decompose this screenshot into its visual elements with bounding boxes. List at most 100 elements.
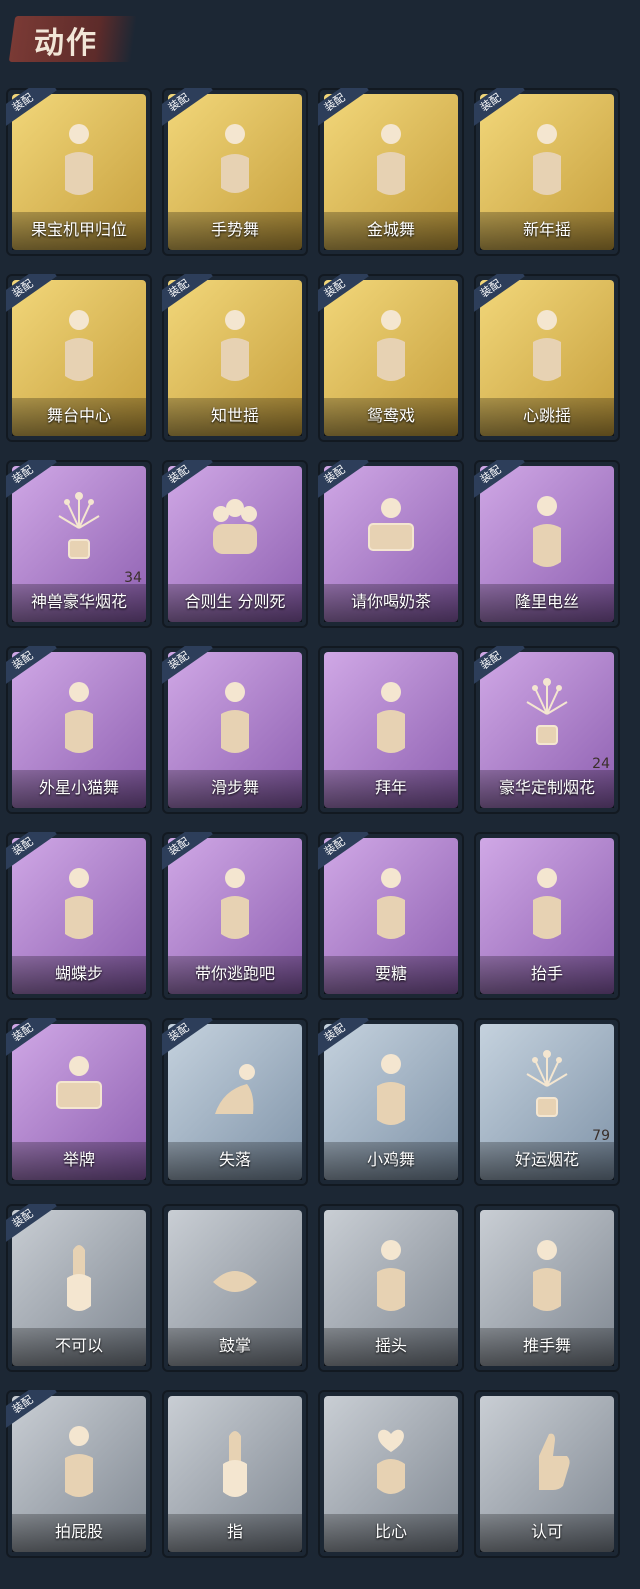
emote-card[interactable]: 金城舞 装配 [318, 88, 464, 256]
emote-label: 金城舞 [366, 220, 415, 239]
emote-label: 蝴蝶步 [54, 964, 103, 983]
emote-label: 请你喝奶茶 [350, 592, 431, 611]
emote-card[interactable]: 好运烟花 79 [474, 1018, 620, 1186]
dance-pose-icon [359, 1044, 423, 1136]
emote-card-background: 果宝机甲归位 [12, 94, 146, 250]
heart-hand-icon [359, 1416, 423, 1508]
emote-card[interactable]: 要糖 装配 [318, 832, 464, 1000]
emote-card[interactable]: 合则生 分则死 装配 [162, 460, 308, 628]
dance-pose-icon [203, 672, 267, 764]
dance-pose-icon [359, 1230, 423, 1322]
hand-dance-icon [203, 114, 267, 206]
emote-label: 隆里电丝 [514, 592, 579, 611]
emote-label: 带你逃跑吧 [194, 964, 275, 983]
emote-label: 要糖 [374, 964, 407, 983]
emote-card-background: 拍屁股 [12, 1396, 146, 1552]
emote-card[interactable]: 举牌 装配 [6, 1018, 152, 1186]
emote-card-background: 心跳摇 [480, 280, 614, 436]
emote-card[interactable]: 鼓掌 [162, 1204, 308, 1372]
emote-card-background: 抬手 [480, 838, 614, 994]
thumbs-up-icon [515, 1416, 579, 1508]
emote-card-background: 鸳鸯戏 [324, 280, 458, 436]
emote-label: 拜年 [374, 778, 407, 797]
emote-card[interactable]: 外星小猫舞 装配 [6, 646, 152, 814]
emote-card[interactable]: 不可以 装配 [6, 1204, 152, 1372]
emote-card-background: 好运烟花 [480, 1024, 614, 1180]
dance-pose-icon [203, 858, 267, 950]
emote-card[interactable]: 滑步舞 装配 [162, 646, 308, 814]
dance-pose-icon [47, 300, 111, 392]
emote-label: 鸳鸯戏 [366, 406, 415, 425]
dance-pose-icon [515, 300, 579, 392]
emote-label: 舞台中心 [46, 406, 111, 425]
emote-card[interactable]: 手势舞 装配 [162, 88, 308, 256]
emote-card-background: 不可以 [12, 1210, 146, 1366]
emote-card-background: 要糖 [324, 838, 458, 994]
emote-card[interactable]: 小鸡舞 装配 [318, 1018, 464, 1186]
emote-card-background: 滑步舞 [168, 652, 302, 808]
emote-card-background: 失落 [168, 1024, 302, 1180]
item-count: 34 [124, 570, 142, 586]
dance-pose-icon [359, 858, 423, 950]
emote-label: 抬手 [530, 964, 563, 983]
emote-card-background: 认可 [480, 1396, 614, 1552]
hands-icon [203, 1230, 267, 1322]
emote-card-background: 豪华定制烟花 [480, 652, 614, 808]
emote-card[interactable]: 失落 装配 [162, 1018, 308, 1186]
emote-label: 滑步舞 [210, 778, 259, 797]
emote-card-background: 合则生 分则死 [168, 466, 302, 622]
dance-pose-icon [515, 486, 579, 578]
dance-pose-icon [515, 114, 579, 206]
emote-card-background: 外星小猫舞 [12, 652, 146, 808]
emote-label: 好运烟花 [514, 1150, 579, 1169]
emote-label: 指 [226, 1522, 243, 1541]
point-icon [203, 1416, 267, 1508]
emote-card[interactable]: 请你喝奶茶 装配 [318, 460, 464, 628]
dance-pose-icon [47, 1416, 111, 1508]
emote-card-background: 蝴蝶步 [12, 838, 146, 994]
firework-icon [515, 1044, 579, 1136]
dance-pose-icon [515, 858, 579, 950]
emote-label: 推手舞 [522, 1336, 571, 1355]
emote-card[interactable]: 拍屁股 装配 [6, 1390, 152, 1558]
emote-card-background: 拜年 [324, 652, 458, 808]
emote-card-background: 带你逃跑吧 [168, 838, 302, 994]
emote-card[interactable]: 鸳鸯戏 装配 [318, 274, 464, 442]
emote-label: 知世摇 [210, 406, 259, 425]
emote-card[interactable]: 隆里电丝 装配 [474, 460, 620, 628]
emote-card[interactable]: 推手舞 [474, 1204, 620, 1372]
crawl-icon [203, 1044, 267, 1136]
emote-card[interactable]: 指 [162, 1390, 308, 1558]
emote-card[interactable]: 心跳摇 装配 [474, 274, 620, 442]
emote-card-background: 鼓掌 [168, 1210, 302, 1366]
emote-card[interactable]: 摇头 [318, 1204, 464, 1372]
emote-label: 鼓掌 [218, 1336, 251, 1355]
header: 动作 [0, 0, 640, 76]
item-count: 79 [592, 1128, 610, 1144]
sign-icon [359, 486, 423, 578]
emote-label: 拍屁股 [54, 1522, 103, 1541]
emote-label: 豪华定制烟花 [498, 778, 595, 797]
emote-card[interactable]: 蝴蝶步 装配 [6, 832, 152, 1000]
emote-card[interactable]: 豪华定制烟花 装配 24 [474, 646, 620, 814]
emote-label: 摇头 [374, 1336, 407, 1355]
emote-card-background: 比心 [324, 1396, 458, 1552]
finger-icon [47, 1230, 111, 1322]
emote-card[interactable]: 拜年 [318, 646, 464, 814]
emote-card[interactable]: 新年摇 装配 [474, 88, 620, 256]
emote-card[interactable]: 带你逃跑吧 装配 [162, 832, 308, 1000]
emote-card-background: 推手舞 [480, 1210, 614, 1366]
emote-card[interactable]: 抬手 [474, 832, 620, 1000]
emote-card[interactable]: 认可 [474, 1390, 620, 1558]
emote-label: 失落 [218, 1150, 251, 1169]
emote-card-background: 指 [168, 1396, 302, 1552]
firework-icon [515, 672, 579, 764]
emote-label: 小鸡舞 [366, 1150, 415, 1169]
emote-card[interactable]: 神兽豪华烟花 装配 34 [6, 460, 152, 628]
emote-card[interactable]: 知世摇 装配 [162, 274, 308, 442]
emote-card[interactable]: 果宝机甲归位 装配 [6, 88, 152, 256]
emote-card[interactable]: 比心 [318, 1390, 464, 1558]
emote-card[interactable]: 舞台中心 装配 [6, 274, 152, 442]
emote-card-background: 神兽豪华烟花 [12, 466, 146, 622]
emote-card-background: 举牌 [12, 1024, 146, 1180]
